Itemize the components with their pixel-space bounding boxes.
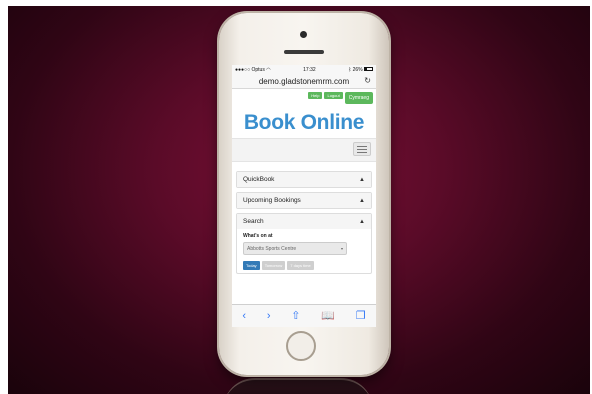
- status-bar: ●●●○○ Optus ◠ 17:32 ᛒ 26%: [232, 65, 376, 74]
- today-button[interactable]: Today: [243, 261, 260, 270]
- help-button[interactable]: Help: [308, 92, 323, 99]
- signal-icon: ●●●○○: [235, 66, 251, 73]
- seven-days-button[interactable]: 7 days time: [287, 261, 314, 270]
- bluetooth-icon: ᛒ: [348, 66, 352, 73]
- search-panel: Search ▲ What's on at Abbotts Sports Cen…: [236, 213, 372, 274]
- quickbook-title: QuickBook: [243, 176, 275, 183]
- wifi-icon: ◠: [266, 66, 271, 73]
- book-icon[interactable]: 📖: [321, 310, 335, 322]
- earpiece: [284, 50, 324, 54]
- phone-reflection: [223, 378, 373, 394]
- venue-select[interactable]: Abbotts Sports Centre ▾: [243, 242, 347, 255]
- hamburger-menu-icon[interactable]: [353, 142, 371, 156]
- home-button[interactable]: [286, 331, 316, 361]
- url-text: demo.gladstonemrm.com: [258, 76, 350, 86]
- battery-percent: 26%: [352, 66, 363, 73]
- battery-icon: [364, 67, 373, 72]
- page-title: Book Online: [243, 111, 365, 134]
- chevron-up-icon: ▲: [359, 218, 365, 225]
- browser-toolbar: ‹ › ⇧ 📖 ❐: [232, 304, 376, 327]
- phone-screen: ●●●○○ Optus ◠ 17:32 ᛒ 26% demo.gladstone…: [232, 65, 376, 327]
- language-button[interactable]: Cymraeg: [344, 92, 373, 104]
- carrier-label: Optus: [251, 66, 265, 73]
- phone-device: ●●●○○ Optus ◠ 17:32 ᛒ 26% demo.gladstone…: [219, 13, 389, 375]
- header-actions: Help Logout Cymraeg: [232, 89, 376, 108]
- search-panel-header[interactable]: Search ▲: [237, 214, 371, 229]
- battery: ᛒ 26%: [348, 67, 373, 73]
- chevron-up-icon: ▲: [359, 197, 365, 204]
- whats-on-label: What's on at: [243, 233, 273, 239]
- date-buttons: Today Tomorrow 7 days time: [243, 261, 365, 270]
- chevron-up-icon: ▲: [359, 176, 365, 183]
- camera-icon: [300, 31, 307, 38]
- venue-selected-value: Abbotts Sports Centre: [247, 245, 297, 252]
- reload-icon[interactable]: ↻: [364, 76, 371, 85]
- chevron-right-icon[interactable]: ›: [267, 310, 271, 322]
- carrier: ●●●○○ Optus ◠: [235, 67, 271, 73]
- chevron-left-icon[interactable]: ‹: [242, 310, 246, 322]
- upcoming-bookings-panel: Upcoming Bookings ▲: [236, 192, 372, 209]
- clock: 17:32: [303, 66, 316, 73]
- nav-bar: [232, 138, 376, 162]
- upcoming-bookings-panel-header[interactable]: Upcoming Bookings ▲: [237, 193, 371, 208]
- share-icon[interactable]: ⇧: [291, 310, 300, 322]
- search-panel-body: What's on at Abbotts Sports Centre ▾ Tod…: [237, 229, 371, 273]
- tabs-icon[interactable]: ❐: [356, 310, 366, 322]
- upcoming-bookings-title: Upcoming Bookings: [243, 197, 301, 204]
- address-bar[interactable]: demo.gladstonemrm.com ↻: [232, 74, 376, 89]
- quickbook-panel-header[interactable]: QuickBook ▲: [237, 172, 371, 187]
- select-caret-icon: ▾: [340, 246, 343, 251]
- tomorrow-button[interactable]: Tomorrow: [261, 261, 286, 270]
- logout-button[interactable]: Logout: [324, 92, 343, 99]
- quickbook-panel: QuickBook ▲: [236, 171, 372, 188]
- search-title: Search: [243, 218, 264, 225]
